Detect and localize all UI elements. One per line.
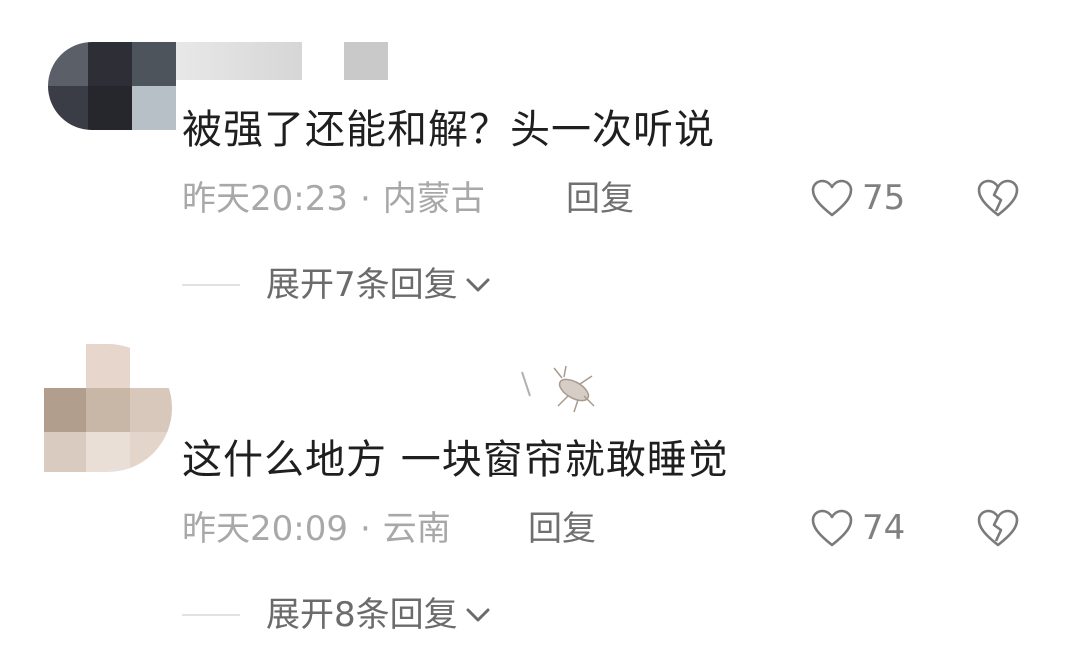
comment-time: 昨天20:23 xyxy=(182,179,348,219)
like-count: 74 xyxy=(862,508,906,548)
comment-location: 内蒙古 xyxy=(382,179,485,219)
broken-heart-icon xyxy=(977,509,1019,547)
chevron-down-icon xyxy=(466,608,490,622)
reply-button[interactable]: 回复 xyxy=(566,182,634,216)
expand-replies-button[interactable]: 展开7条回复 xyxy=(182,268,492,302)
heart-outline-icon xyxy=(811,509,853,547)
expand-replies-button[interactable]: 展开8条回复 xyxy=(182,598,492,632)
username-blurred[interactable] xyxy=(176,42,302,80)
meta-separator: · xyxy=(359,179,371,219)
meta-separator: · xyxy=(359,509,371,549)
dislike-button[interactable] xyxy=(976,508,1020,552)
like-button[interactable]: 75 xyxy=(810,178,905,218)
expand-replies-label: 展开7条回复 xyxy=(266,265,458,305)
comment-location: 云南 xyxy=(382,509,451,549)
username-blurred-part xyxy=(344,42,388,80)
chevron-down-icon xyxy=(466,278,490,292)
comment-item: 被强了还能和解？头一次听说 昨天20:23 · 内蒙古 回复 75 展开7条回复 xyxy=(0,0,1080,330)
avatar[interactable] xyxy=(44,344,172,472)
comment-meta: 昨天20:23 · 内蒙古 xyxy=(182,182,485,216)
like-count: 75 xyxy=(862,178,906,218)
cockroach-doodle-icon xyxy=(521,366,595,413)
dislike-button[interactable] xyxy=(976,178,1020,222)
expand-divider xyxy=(182,284,240,286)
comment-item: 这什么地方 一块窗帘就敢睡觉 昨天20:09 · 云南 回复 74 展开8条回复 xyxy=(0,330,1080,672)
comment-time: 昨天20:09 xyxy=(182,509,348,549)
reply-button[interactable]: 回复 xyxy=(528,512,596,546)
like-button[interactable]: 74 xyxy=(810,508,905,548)
expand-replies-label: 展开8条回复 xyxy=(266,595,458,635)
comment-text: 被强了还能和解？头一次听说 xyxy=(182,107,715,153)
expand-divider xyxy=(182,614,240,616)
comment-meta: 昨天20:09 · 云南 xyxy=(182,512,451,546)
avatar[interactable] xyxy=(48,42,176,130)
heart-outline-icon xyxy=(811,179,853,217)
comment-text: 这什么地方 一块窗帘就敢睡觉 xyxy=(182,437,729,483)
broken-heart-icon xyxy=(977,179,1019,217)
